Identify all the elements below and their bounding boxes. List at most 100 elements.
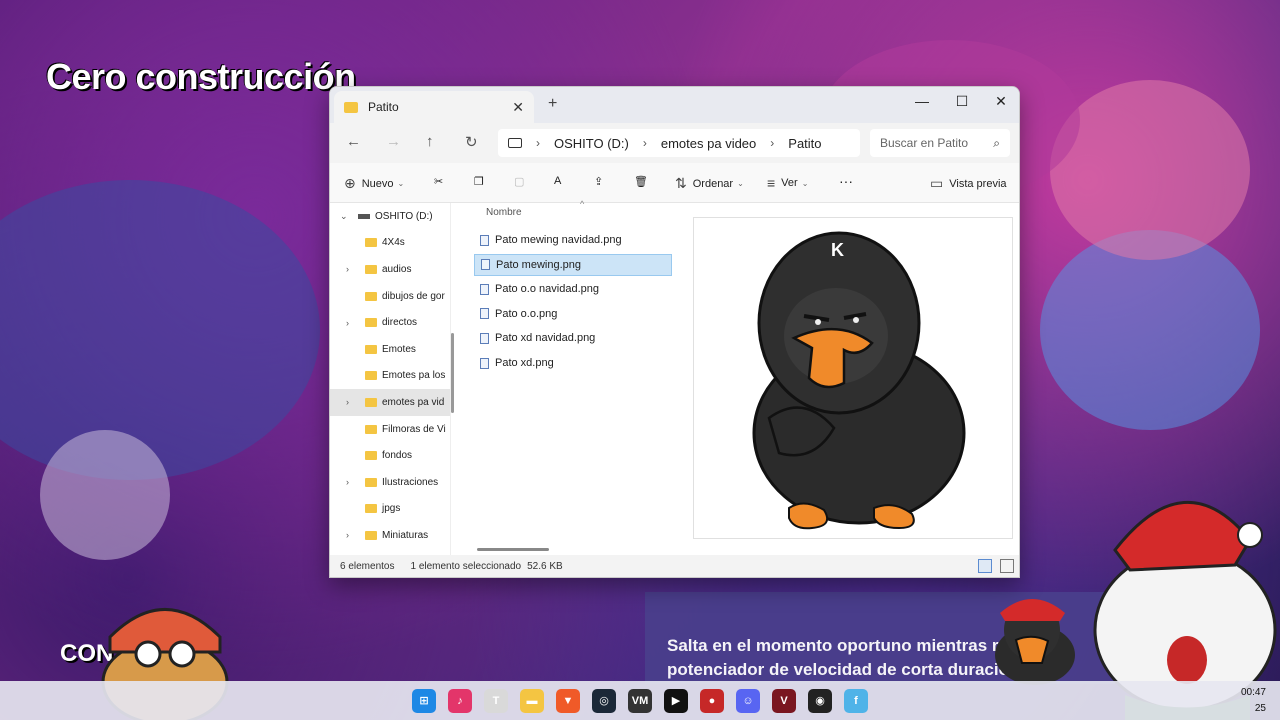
chevron-right-icon[interactable]: › [346, 318, 349, 328]
folder-icon [365, 371, 377, 381]
sort-button[interactable]: ⇅ Ordenar ⌄ [675, 175, 744, 192]
breadcrumb-current[interactable]: Patito [788, 136, 821, 151]
nav-folder-label: dibujos de gor [382, 290, 445, 302]
nav-scrollbar[interactable] [451, 333, 454, 413]
folder-icon [365, 344, 377, 354]
nav-folder-item[interactable]: Filmoras de Vi [330, 416, 450, 443]
preview-label: Vista previa [949, 177, 1007, 190]
breadcrumb-folder[interactable]: emotes pa video [661, 136, 756, 151]
column-header-name[interactable]: Nombre [486, 207, 522, 218]
breadcrumb-drive[interactable]: OSHITO (D:) [554, 136, 629, 151]
typeface-icon[interactable]: T [484, 688, 508, 713]
more-options-icon[interactable]: ··· [839, 173, 853, 189]
search-input[interactable]: Buscar en Patito ⌕ [870, 129, 1010, 157]
details-view-icon[interactable] [978, 559, 992, 573]
sort-caret-icon: ^ [580, 199, 585, 209]
nav-folder-item[interactable]: jpgs [330, 496, 450, 523]
folder-icon [365, 424, 377, 434]
bg-blob [40, 430, 170, 560]
tab-bar: Patito ✕ + — ☐ ✕ [330, 87, 1019, 123]
preview-pane: K [693, 217, 1013, 539]
new-button[interactable]: ⊕ Nuevo ⌄ [344, 175, 404, 192]
valorant-icon[interactable]: V [772, 688, 796, 713]
file-explorer-window: Patito ✕ + — ☐ ✕ ← → ↑ ↻ › OSHITO (D:) ›… [329, 86, 1020, 578]
file-explorer-icon[interactable]: ▬ [520, 688, 544, 713]
image-file-icon [480, 357, 489, 369]
rename-icon[interactable]: A [554, 175, 561, 187]
steam-icon[interactable]: ◎ [592, 688, 616, 713]
horizontal-scrollbar[interactable] [477, 548, 549, 551]
refresh-icon[interactable]: ↻ [465, 133, 478, 151]
sort-icon: ⇅ [675, 175, 687, 191]
nav-folder-item[interactable]: › audios [330, 256, 450, 283]
file-row[interactable]: Pato o.o navidad.png [474, 278, 672, 300]
nav-folder-item[interactable]: 4X4s [330, 230, 450, 257]
preview-pane-icon: ▭ [930, 175, 944, 191]
preview-pane-button[interactable]: ▭ Vista previa [930, 175, 1007, 192]
nav-folder-label: audios [382, 263, 412, 275]
status-bar: 6 elementos 1 elemento seleccionado 52.6… [330, 555, 1019, 577]
file-row[interactable]: Pato mewing navidad.png [474, 229, 672, 251]
file-row[interactable]: Pato o.o.png [474, 303, 672, 325]
obs-icon[interactable]: ● [700, 688, 724, 713]
view-button[interactable]: ≡ Ver ⌄ [767, 175, 808, 191]
plus-circle-icon: ⊕ [344, 175, 356, 191]
rec-icon[interactable]: ◉ [808, 688, 832, 713]
maximize-button[interactable]: ☐ [942, 87, 982, 115]
file-row[interactable]: Pato xd.png [474, 352, 672, 374]
share-icon[interactable]: ⇪ [594, 175, 603, 188]
nav-folder-item[interactable]: Emotes pa los [330, 363, 450, 390]
forward-arrow-icon[interactable]: → [386, 133, 401, 150]
file-row[interactable]: Pato mewing.png [474, 253, 672, 276]
chevron-right-icon[interactable]: › [346, 264, 349, 274]
file-name: Pato xd navidad.png [495, 332, 596, 345]
drive-icon [358, 213, 370, 219]
windows-start-icon[interactable]: ⊞ [412, 688, 436, 713]
tiktok-icon[interactable]: ♪ [448, 688, 472, 713]
nav-folder-item[interactable]: › Miniaturas [330, 522, 450, 549]
file-row[interactable]: Pato xd navidad.png [474, 327, 672, 349]
nav-folder-label: Ilustraciones [382, 476, 439, 488]
app-blue-icon[interactable]: f [844, 688, 868, 713]
paste-icon[interactable]: ▢ [514, 175, 524, 188]
nav-folder-item[interactable]: Emotes [330, 336, 450, 363]
close-window-button[interactable]: ✕ [981, 87, 1019, 115]
tab-patito[interactable]: Patito ✕ [334, 91, 534, 123]
nav-folder-item[interactable]: › emotes pa vid [330, 389, 450, 416]
nav-folder-label: jpgs [382, 503, 401, 515]
sort-label: Ordenar [692, 177, 734, 190]
minimize-button[interactable]: — [902, 87, 942, 115]
nav-folder-item[interactable]: fondos [330, 442, 450, 469]
nav-drive[interactable]: ⌄ OSHITO (D:) [330, 203, 450, 230]
nav-folder-item[interactable]: › directos [330, 309, 450, 336]
item-count: 6 elementos [340, 560, 395, 572]
new-tab-icon[interactable]: + [548, 95, 557, 113]
tiles-view-icon[interactable] [1000, 559, 1014, 573]
nav-folder-label: emotes pa vid [382, 396, 445, 408]
discord-icon[interactable]: ☺ [736, 688, 760, 713]
nav-folder-item[interactable]: › Ilustraciones [330, 469, 450, 496]
brave-icon[interactable]: ▼ [556, 688, 580, 713]
close-tab-icon[interactable]: ✕ [512, 99, 524, 116]
chevron-right-icon[interactable]: › [346, 530, 349, 540]
chevron-right-icon[interactable]: › [346, 397, 349, 407]
up-arrow-icon[interactable]: ↑ [426, 133, 434, 150]
folder-icon [365, 504, 377, 514]
voicemeeter-icon[interactable]: VM [628, 688, 652, 713]
breadcrumb[interactable]: › OSHITO (D:) › emotes pa video › Patito [498, 129, 860, 157]
nav-folder-label: Miniaturas [382, 529, 429, 541]
chevron-right-icon[interactable]: › [346, 477, 349, 487]
back-arrow-icon[interactable]: ← [346, 133, 361, 150]
folder-icon [365, 238, 377, 248]
delete-icon[interactable]: 🗑 [634, 175, 648, 188]
copy-icon[interactable]: ❐ [474, 175, 484, 188]
folder-icon [344, 101, 358, 113]
file-name: Pato xd.png [495, 357, 554, 369]
folder-icon [365, 318, 377, 328]
folder-icon [365, 477, 377, 487]
cut-icon[interactable]: ✂ [434, 175, 443, 188]
selection-info: 1 elemento seleccionado [410, 560, 522, 572]
system-clock[interactable]: 00:47 25 [1241, 685, 1266, 717]
nav-folder-item[interactable]: dibujos de gor [330, 283, 450, 310]
capcut-icon[interactable]: ▶ [664, 688, 688, 713]
